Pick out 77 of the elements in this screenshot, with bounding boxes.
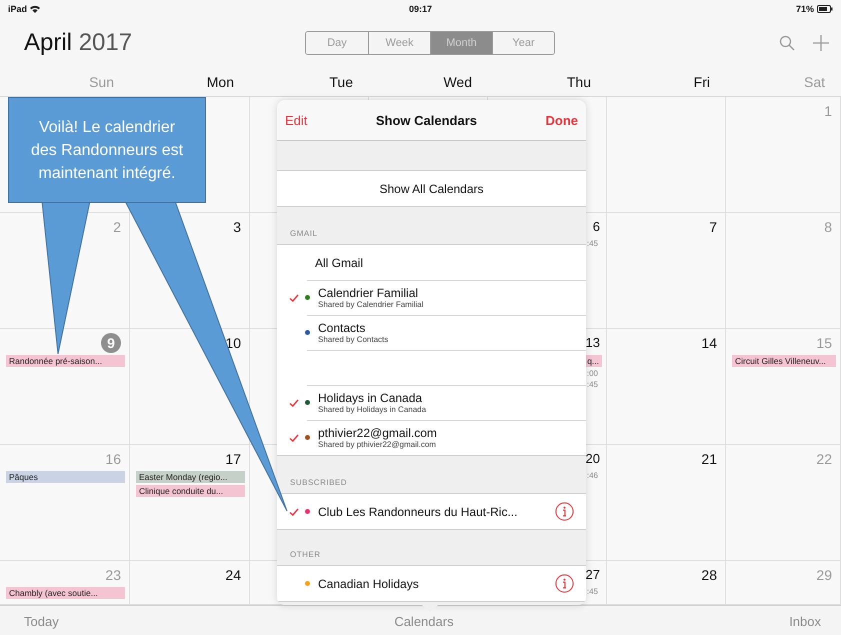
day-number[interactable]: 3 — [233, 217, 241, 237]
done-button[interactable]: Done — [545, 112, 578, 128]
section-header: OTHER — [290, 550, 320, 559]
battery-icon — [817, 5, 833, 13]
device-name: iPad — [8, 4, 28, 14]
event-chip[interactable]: Circuit Gilles Villeneuv... — [732, 355, 836, 367]
day-number[interactable]: 20 — [586, 449, 600, 469]
day-cell[interactable]: 15 Circuit Gilles Villeneuv... — [726, 329, 841, 445]
calendar-owner: Shared by Calendrier Familial — [318, 300, 424, 309]
day-cell[interactable]: 7 — [607, 213, 726, 329]
weekday-label: Wed — [442, 74, 473, 90]
search-icon[interactable] — [779, 35, 795, 51]
event-time: :45 — [586, 587, 598, 596]
calendar-name[interactable]: pthivier22@gmail.com — [318, 426, 437, 440]
day-cell[interactable]: 14 — [607, 329, 726, 445]
info-icon[interactable] — [555, 502, 574, 521]
calendar-name[interactable]: Calendrier Familial — [318, 286, 418, 300]
day-number[interactable]: 28 — [701, 565, 717, 585]
calendar-row[interactable]: Club Les Randonneurs du Haut-Ric... — [277, 494, 586, 529]
event-chip[interactable]: Chambly (avec soutie... — [6, 587, 125, 599]
weekday-label: Mon — [206, 74, 235, 90]
day-number[interactable]: 10 — [225, 333, 241, 353]
day-number[interactable]: 14 — [701, 333, 717, 353]
event-time: :45 — [586, 239, 598, 248]
weekday-label: Tue — [328, 74, 354, 90]
calendar-row[interactable]: Contacts Shared by Contacts — [277, 315, 586, 350]
checkmark-icon[interactable] — [289, 398, 299, 406]
clock-time: 09:17 — [408, 4, 432, 14]
day-cell[interactable]: 9 Randonnée pré-saison... — [0, 329, 130, 445]
add-icon[interactable] — [813, 35, 829, 51]
year-title: 2017 — [78, 29, 132, 56]
day-cell[interactable]: 17 Easter Monday (regio... Clinique conduite du... — [130, 445, 250, 561]
calendar-name[interactable]: Holidays in Canada — [318, 391, 422, 405]
day-number[interactable]: 7 — [709, 217, 717, 237]
event-time: :46 — [586, 471, 598, 480]
info-icon[interactable] — [555, 574, 574, 593]
checkmark-icon[interactable] — [289, 434, 299, 442]
day-cell[interactable]: 21 — [607, 445, 726, 561]
day-cell[interactable]: 16 Pâques — [0, 445, 130, 561]
weekday-label: Sun — [88, 74, 115, 90]
day-number[interactable]: 21 — [701, 449, 717, 469]
calendar-row[interactable]: Calendrier Familial Shared by Calendrier Familial — [277, 280, 586, 315]
event-chip[interactable]: Easter Monday (regio... — [136, 471, 245, 483]
section-header: SUBSCRIBED — [290, 478, 348, 487]
day-cell[interactable]: 23 Chambly (avec soutie... — [0, 561, 130, 605]
battery-percent: 71% — [796, 4, 814, 14]
day-number[interactable]: 17 — [225, 449, 241, 469]
event-chip[interactable]: Randonnée pré-saison... — [6, 355, 125, 367]
calendar-row[interactable]: pthivier22@gmail.com Shared by pthivier22@gmail.com — [277, 420, 586, 455]
weekday-label: Thu — [566, 74, 592, 90]
wifi-icon — [30, 5, 40, 13]
event-chip[interactable]: Clinique conduite du... — [136, 485, 245, 497]
callout-tooltip: Voilà! Le calendrier des Randonneurs est maintenant intégré. — [8, 97, 206, 203]
section-header: GMAIL — [290, 229, 318, 238]
popover-title: Show Calendars — [376, 112, 478, 128]
calendar-row[interactable]: Canadian Holidays — [277, 566, 586, 601]
event-chip[interactable]: Pâques — [6, 471, 125, 483]
day-cell[interactable] — [607, 97, 726, 213]
calendar-owner: Shared by pthivier22@gmail.com — [318, 440, 436, 449]
month-title: April — [24, 29, 72, 56]
edit-button[interactable]: Edit — [285, 112, 308, 128]
event-time: :45 — [586, 380, 598, 389]
weekday-label: Fri — [692, 74, 711, 90]
checkmark-icon[interactable] — [289, 294, 299, 302]
calendar-owner: Shared by Contacts — [318, 335, 388, 344]
calendar-group-label[interactable]: All Gmail — [277, 256, 364, 270]
calendar-row[interactable]: Holidays in Canada Shared by Holidays in Canada — [277, 385, 586, 420]
calendar-name[interactable]: Canadian Holidays — [318, 576, 419, 590]
weekday-label: Sat — [802, 74, 826, 90]
calendar-owner: Shared by Holidays in Canada — [318, 405, 426, 414]
day-number[interactable]: 27 — [586, 565, 600, 585]
event-time: :00 — [586, 369, 598, 378]
checkmark-icon[interactable] — [289, 508, 299, 516]
calendar-name[interactable]: Contacts — [318, 321, 366, 335]
day-number[interactable]: 13 — [586, 333, 600, 353]
day-number[interactable]: 6 — [592, 217, 600, 237]
day-number[interactable]: 24 — [225, 565, 241, 585]
